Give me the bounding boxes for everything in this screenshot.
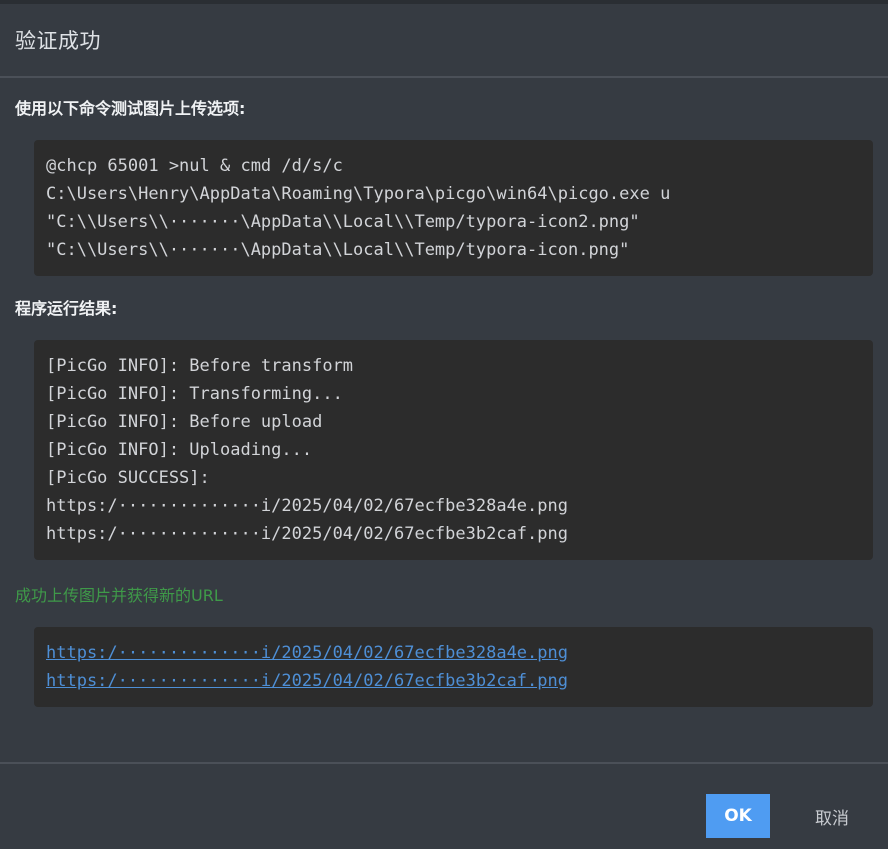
result-line: [PicGo INFO]: Transforming... — [46, 384, 343, 404]
dialog-title: 验证成功 — [15, 29, 101, 53]
result-label: 程序运行结果: — [15, 299, 118, 318]
cancel-button[interactable]: 取消 — [800, 794, 864, 838]
result-line: [PicGo INFO]: Before upload — [46, 412, 323, 432]
success-message: 成功上传图片并获得新的URL — [15, 586, 223, 605]
upload-verify-dialog: 验证成功 使用以下命令测试图片上传选项: @chcp 65001 >nul & … — [0, 0, 888, 849]
dialog-header: 验证成功 — [0, 4, 888, 78]
url-code-block: https:/··············i/2025/04/02/67ecfb… — [34, 627, 873, 707]
command-line: "C:\\Users\\·······\AppData\\Local\\Temp… — [46, 212, 640, 232]
command-line: C:\Users\Henry\AppData\Roaming\Typora\pi… — [46, 184, 671, 204]
ok-button[interactable]: OK — [706, 794, 770, 838]
url-line: https:/··············i/2025/04/02/67ecfb… — [46, 639, 861, 667]
result-line: [PicGo INFO]: Before transform — [46, 356, 354, 376]
dialog-body: 使用以下命令测试图片上传选项: @chcp 65001 >nul & cmd /… — [0, 78, 888, 707]
result-line: [PicGo INFO]: Uploading... — [46, 440, 313, 460]
result-line: [PicGo SUCCESS]: — [46, 468, 210, 488]
result-code-block: [PicGo INFO]: Before transform [PicGo IN… — [34, 340, 873, 560]
dialog-footer: OK 取消 — [0, 762, 888, 849]
url-line: https:/··············i/2025/04/02/67ecfb… — [46, 667, 861, 695]
uploaded-url-link[interactable]: https:/··············i/2025/04/02/67ecfb… — [46, 643, 568, 663]
uploaded-url-link[interactable]: https:/··············i/2025/04/02/67ecfb… — [46, 671, 568, 691]
command-line: "C:\\Users\\·······\AppData\\Local\\Temp… — [46, 240, 630, 260]
result-line: https:/··············i/2025/04/02/67ecfb… — [46, 524, 568, 544]
command-label: 使用以下命令测试图片上传选项: — [15, 99, 246, 118]
command-line: @chcp 65001 >nul & cmd /d/s/c — [46, 156, 343, 176]
result-line: https:/··············i/2025/04/02/67ecfb… — [46, 496, 568, 516]
command-code-block: @chcp 65001 >nul & cmd /d/s/c C:\Users\H… — [34, 140, 873, 276]
